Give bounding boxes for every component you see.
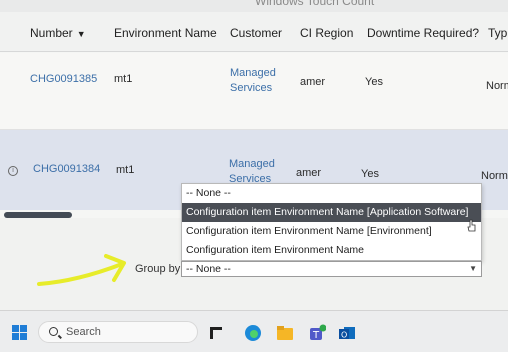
svg-text:O: O: [341, 331, 347, 340]
type-cell: Norma: [481, 170, 508, 182]
group-by-option[interactable]: Configuration item Environment Name [Env…: [182, 222, 481, 241]
mouse-pointer-icon: [467, 219, 476, 232]
file-explorer-icon[interactable]: [276, 324, 294, 342]
teams-icon[interactable]: T: [308, 324, 326, 342]
group-by-options-list[interactable]: -- None -- Configuration item Environmen…: [181, 183, 482, 261]
group-by-label: Group by: [135, 263, 181, 275]
taskbar: Search T O: [0, 310, 508, 352]
sort-descending-icon[interactable]: ▼: [77, 29, 86, 39]
group-by-option[interactable]: -- None --: [182, 184, 481, 203]
column-header-number[interactable]: Number ▼: [30, 26, 86, 40]
column-header-type[interactable]: Typ: [488, 26, 507, 40]
table-row[interactable]: CHG0091385 mt1 Managed Services amer Yes…: [0, 53, 508, 130]
column-header-customer[interactable]: Customer: [230, 26, 282, 40]
svg-text:T: T: [312, 330, 320, 341]
change-number-link[interactable]: CHG0091385: [30, 73, 97, 85]
column-header-number-label: Number: [30, 26, 73, 40]
horizontal-scrollbar[interactable]: [4, 212, 72, 218]
change-number-link[interactable]: CHG0091384: [33, 163, 100, 175]
environment-name-cell: mt1: [114, 73, 133, 85]
search-placeholder: Search: [66, 326, 101, 338]
table-header: Number ▼ Environment Name Customer CI Reg…: [0, 12, 508, 52]
customer-link-line2[interactable]: Services: [230, 82, 272, 94]
type-cell: Norm: [486, 80, 508, 92]
environment-name-cell: mt1: [116, 164, 135, 176]
windows-start-icon[interactable]: [12, 325, 28, 341]
customer-link-line1[interactable]: Managed: [230, 67, 276, 79]
window-title: Windows Touch Count: [255, 0, 375, 8]
outlook-icon[interactable]: O: [338, 324, 356, 342]
info-icon[interactable]: i: [8, 166, 18, 176]
search-icon: [49, 327, 58, 336]
column-header-environment-name[interactable]: Environment Name: [114, 26, 217, 40]
customer-link-line1[interactable]: Managed: [229, 158, 275, 170]
column-header-downtime-required[interactable]: Downtime Required?: [367, 26, 479, 40]
chevron-down-icon[interactable]: ▼: [469, 262, 477, 276]
ci-region-cell: amer: [296, 167, 322, 179]
downtime-required-cell: Yes: [361, 168, 379, 180]
group-by-option[interactable]: Configuration item Environment Name: [182, 241, 481, 260]
annotation-arrow-icon: [37, 254, 126, 286]
task-view-icon[interactable]: [207, 324, 225, 342]
edge-browser-icon[interactable]: [244, 324, 262, 342]
group-by-selected-value: -- None --: [186, 263, 231, 275]
taskbar-search-box[interactable]: Search: [38, 321, 198, 343]
window-top-band: Windows Touch Count: [0, 0, 508, 12]
downtime-required-cell: Yes: [365, 76, 383, 88]
group-by-option-highlighted[interactable]: Configuration item Environment Name [App…: [182, 203, 481, 222]
column-header-ci-region[interactable]: CI Region: [300, 26, 353, 40]
ci-region-cell: amer: [300, 76, 326, 88]
group-by-select[interactable]: -- None -- ▼: [181, 261, 482, 277]
